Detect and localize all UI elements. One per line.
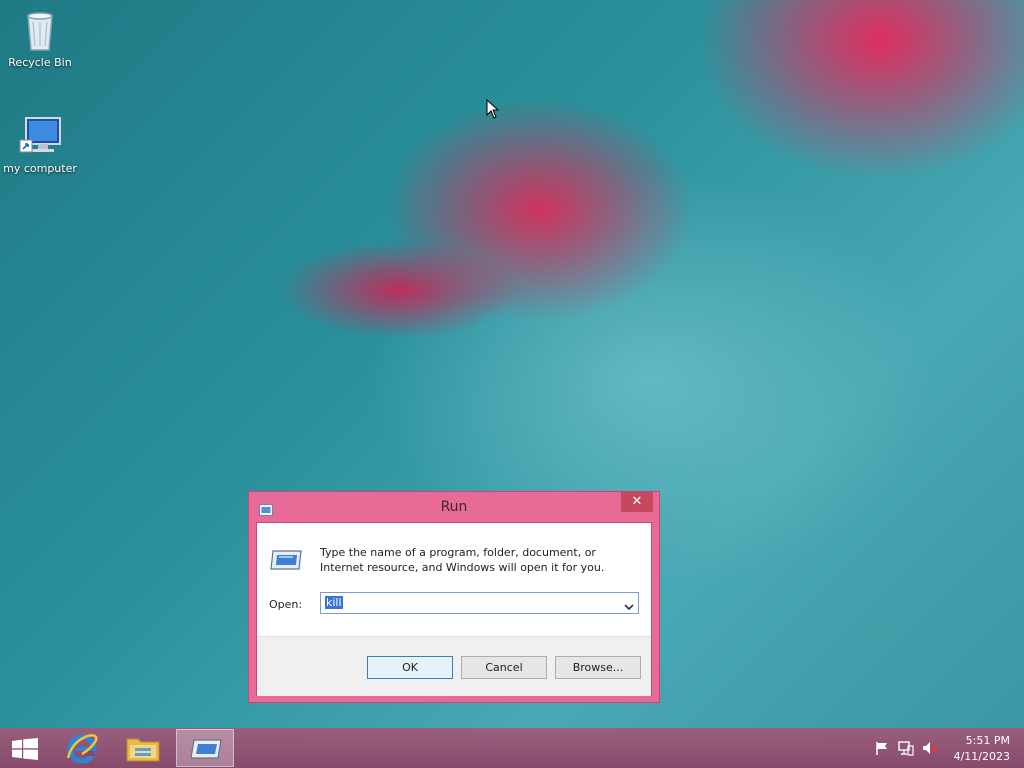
internet-explorer-icon xyxy=(65,732,99,768)
action-center-flag-icon[interactable] xyxy=(874,740,890,756)
desktop-icon-label: my computer xyxy=(3,162,77,175)
computer-icon xyxy=(16,112,64,160)
start-button[interactable] xyxy=(0,729,48,767)
desktop-icon-label: Recycle Bin xyxy=(8,56,72,69)
ok-button[interactable]: OK xyxy=(367,656,453,679)
open-combobox[interactable]: kill xyxy=(320,592,639,614)
volume-muted-icon[interactable] xyxy=(922,740,938,756)
run-program-icon xyxy=(269,549,303,571)
taskbar-file-explorer[interactable] xyxy=(115,729,171,767)
windows-logo-icon xyxy=(12,738,38,764)
open-label: Open: xyxy=(269,598,303,611)
network-icon[interactable] xyxy=(898,740,914,756)
close-icon: ✕ xyxy=(631,494,643,509)
taskbar-clock[interactable]: 5:51 PM 4/11/2023 xyxy=(954,733,1010,765)
dialog-title: Run xyxy=(440,499,468,515)
chevron-down-icon[interactable] xyxy=(624,597,634,611)
mouse-cursor-icon xyxy=(486,98,500,119)
clock-date: 4/11/2023 xyxy=(953,750,1010,763)
recycle-bin-icon xyxy=(16,6,64,54)
run-dialog-titlebar[interactable]: Run ✕ xyxy=(249,492,659,522)
taskbar-internet-explorer[interactable] xyxy=(54,729,110,767)
open-input-value[interactable]: kill xyxy=(325,596,343,609)
taskbar-run[interactable] xyxy=(176,729,234,767)
cancel-button[interactable]: Cancel xyxy=(461,656,547,679)
close-button[interactable]: ✕ xyxy=(621,492,653,512)
taskbar: 5:51 PM 4/11/2023 xyxy=(0,728,1024,768)
browse-button[interactable]: Browse... xyxy=(555,656,641,679)
desktop-icon-recycle-bin[interactable]: Recycle Bin xyxy=(0,6,80,69)
clock-time: 5:51 PM xyxy=(965,734,1010,747)
dialog-description: Type the name of a program, folder, docu… xyxy=(320,546,605,574)
run-icon xyxy=(190,738,222,764)
desktop-icon-my-computer[interactable]: my computer xyxy=(0,112,80,175)
run-dialog: Run ✕ Type the name of a program, folder… xyxy=(248,491,660,703)
folder-icon xyxy=(126,734,160,766)
run-dialog-body: Type the name of a program, folder, docu… xyxy=(256,522,652,696)
